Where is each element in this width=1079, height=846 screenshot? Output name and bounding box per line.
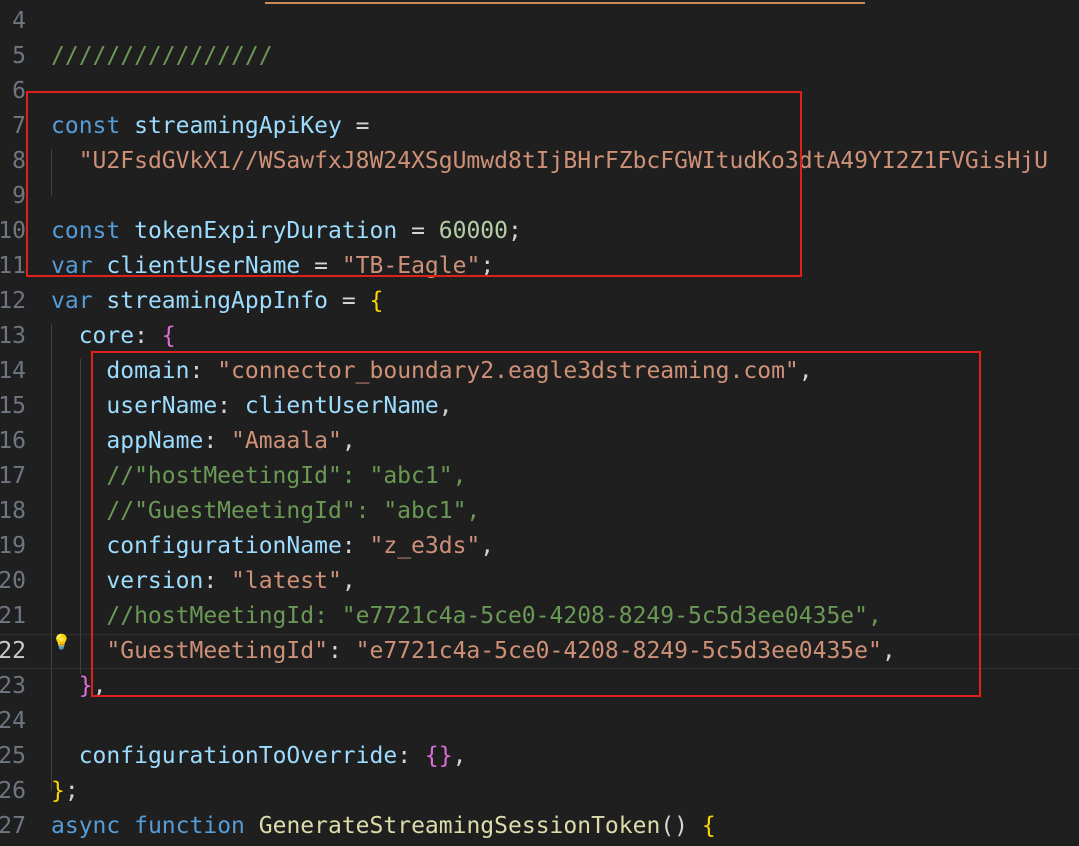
code-line[interactable]: 13 core: {: [0, 319, 1079, 354]
line-number: 15: [0, 393, 26, 419]
line-number: 19: [0, 533, 26, 559]
code-token: (): [660, 813, 702, 839]
code-token: =: [327, 288, 370, 314]
line-number: 27: [0, 813, 26, 839]
code-token: ;: [64, 778, 79, 804]
code-token: GenerateStreamingSessionToken: [258, 813, 661, 839]
code-text: ////////////////: [51, 39, 273, 74]
line-number: 25: [0, 743, 26, 769]
line-number: 23: [0, 673, 26, 699]
line-number: 22: [0, 638, 26, 664]
line-number: 11: [0, 253, 26, 279]
code-token: ,: [452, 743, 467, 769]
annotation-box-api-key: [26, 91, 802, 277]
line-number: 26: [0, 778, 26, 804]
line-number: 20: [0, 568, 26, 594]
code-line[interactable]: 12 var streamingAppInfo = {: [0, 284, 1079, 319]
code-text: };: [51, 774, 79, 809]
code-line[interactable]: 24: [0, 704, 1079, 739]
line-number: 7: [12, 113, 26, 139]
line-number: 4: [12, 8, 26, 34]
code-token: var: [51, 288, 93, 314]
code-token: :: [134, 323, 162, 349]
line-number: 24: [0, 708, 26, 734]
code-line[interactable]: 26};: [0, 774, 1079, 809]
code-token: function: [134, 813, 245, 839]
line-number: 17: [0, 463, 26, 489]
line-number: 12: [0, 288, 26, 314]
line-number: 14: [0, 358, 26, 384]
line-number: 6: [12, 78, 26, 104]
line-number: 18: [0, 498, 26, 524]
code-token: {: [369, 288, 384, 314]
code-token: ////////////////: [51, 43, 273, 69]
code-token: {: [161, 323, 176, 349]
code-line[interactable]: 4: [0, 4, 1079, 39]
code-token: streamingAppInfo: [106, 288, 328, 314]
line-number: 13: [0, 323, 26, 349]
code-token: :: [397, 743, 425, 769]
code-token: }: [51, 778, 65, 804]
code-token: core: [78, 323, 135, 349]
code-line[interactable]: 5 ////////////////: [0, 39, 1079, 74]
line-number: 8: [12, 148, 26, 174]
code-text: async function GenerateStreamingSessionT…: [51, 809, 716, 844]
line-number: 5: [12, 43, 26, 69]
code-token: {: [701, 813, 716, 839]
indent-guide-level1: [51, 324, 52, 791]
code-text: core: {: [51, 319, 176, 354]
code-text: var streamingAppInfo = {: [51, 284, 383, 319]
code-editor[interactable]: 4 5////////////////6 7 const streamingApiKe…: [0, 0, 1079, 846]
code-token: async: [51, 813, 121, 839]
line-number: 9: [12, 183, 26, 209]
line-number: 16: [0, 428, 26, 454]
annotation-box-core-config: [91, 351, 981, 697]
lightbulb-icon[interactable]: 💡: [52, 633, 71, 651]
code-token: configurationToOverride: [78, 743, 398, 769]
line-number: 21: [0, 603, 26, 629]
code-text: configurationToOverride: {},: [51, 739, 467, 774]
code-token: {}: [424, 743, 453, 769]
code-line[interactable]: 25 configurationToOverride: {},: [0, 739, 1079, 774]
indent-guide-level2: [80, 359, 81, 674]
code-line[interactable]: 27 async function GenerateStreamingSessio…: [0, 809, 1079, 844]
line-number: 10: [0, 218, 26, 244]
